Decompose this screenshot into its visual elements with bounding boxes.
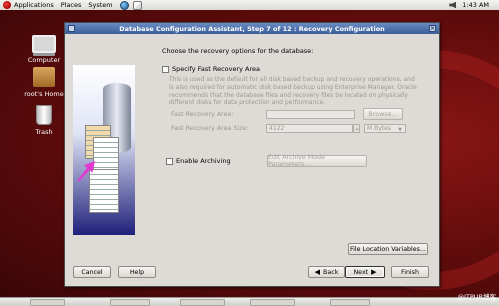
recovery-area-option[interactable]: Specify Fast Recovery Area (162, 65, 432, 73)
file-location-variables-button[interactable]: File Location Variables... (348, 243, 428, 255)
taskbar-item[interactable] (250, 299, 295, 306)
next-button[interactable]: Next ▶ (345, 266, 385, 278)
browser-launcher-icon[interactable] (119, 0, 129, 10)
close-icon[interactable]: × (429, 25, 436, 32)
distro-logo-icon[interactable] (3, 1, 11, 9)
chevron-right-icon: ▶ (371, 268, 377, 276)
recovery-area-location-input[interactable] (266, 110, 355, 119)
bottom-taskbar (0, 297, 499, 306)
wizard-illustration (73, 65, 135, 235)
size-stepper[interactable] (353, 124, 360, 133)
dialog-titlebar[interactable]: Database Configuration Assistant, Step 7… (65, 23, 439, 34)
menu-applications[interactable]: Applications (14, 1, 54, 9)
edit-archive-params-button[interactable]: Edit Archive Mode Parameters... (267, 154, 367, 168)
size-unit-value: M Bytes (367, 125, 391, 132)
recovery-area-size-input[interactable]: 4122 (266, 124, 353, 133)
archiving-option[interactable]: Enable Archiving (166, 157, 231, 165)
enable-archiving-label[interactable]: Enable Archiving (176, 157, 231, 165)
taskbar-item[interactable] (30, 299, 65, 306)
back-button-label: Back (323, 268, 339, 276)
desktop-icon-label: Computer (27, 56, 61, 64)
menu-system[interactable]: System (88, 1, 112, 9)
home-folder-icon (33, 67, 55, 87)
document-icon (89, 169, 119, 213)
trash-icon (36, 105, 52, 125)
section-heading: Choose the recovery options for the data… (162, 47, 314, 55)
taskbar-item[interactable] (180, 299, 225, 306)
mail-launcher-icon[interactable] (132, 0, 142, 10)
watermark-text: @ITPUB博客 (457, 293, 496, 301)
dialog-title: Database Configuration Assistant, Step 7… (119, 24, 385, 33)
document-icon (93, 137, 119, 171)
desktop-icon-label: Trash (35, 128, 53, 136)
taskbar-item[interactable] (110, 299, 150, 306)
recovery-area-location-label: Fast Recovery Area: (171, 111, 234, 118)
help-button[interactable]: Help (118, 266, 156, 278)
window-menu-icon[interactable] (68, 25, 75, 32)
enable-archiving-checkbox[interactable] (166, 157, 173, 165)
browse-button[interactable]: Browse... (363, 108, 403, 120)
recovery-area-checkbox[interactable] (162, 65, 169, 73)
dialog-content: Choose the recovery options for the data… (162, 47, 432, 107)
back-button[interactable]: ◀ Back (308, 266, 345, 278)
next-button-label: Next (353, 268, 369, 276)
menu-places[interactable]: Places (61, 1, 82, 9)
recovery-area-size-label: Fast Recovery Area Size: (171, 125, 249, 132)
panel-clock[interactable]: 1:43 AM (462, 1, 489, 9)
chevron-down-icon: ▼ (398, 127, 402, 133)
cancel-button[interactable]: Cancel (73, 266, 111, 278)
chevron-left-icon: ◀ (314, 268, 321, 276)
taskbar-item[interactable] (330, 299, 370, 306)
size-unit-select[interactable]: M Bytes ▼ (364, 124, 406, 133)
desktop-icon-label: root's Home (24, 90, 64, 98)
recovery-area-checkbox-label[interactable]: Specify Fast Recovery Area (172, 65, 260, 73)
recovery-area-description: This is used as the default for all disk… (169, 76, 417, 107)
recovery-configuration-dialog: Database Configuration Assistant, Step 7… (64, 22, 440, 287)
finish-button[interactable]: Finish (391, 266, 429, 278)
computer-icon (32, 35, 56, 53)
volume-icon[interactable] (449, 1, 457, 9)
